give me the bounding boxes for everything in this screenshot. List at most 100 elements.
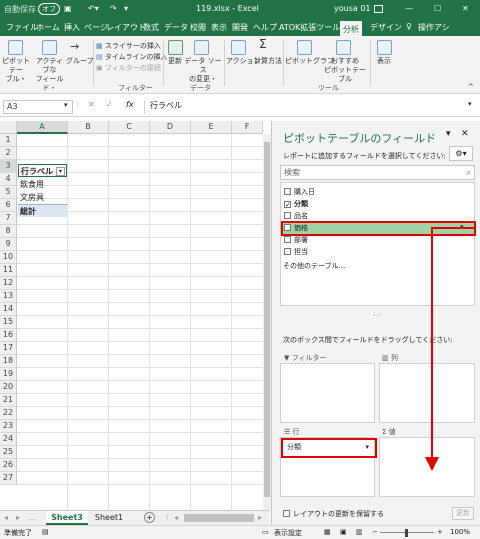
filter-dropdown-icon[interactable]: ▾ [56,167,65,176]
cell-a5[interactable]: 文房具 [20,191,44,204]
pivot-chart-icon[interactable] [297,40,312,55]
tab-atok[interactable]: ATOK拡張ツール [279,22,340,33]
zoom-out-icon[interactable]: − [372,528,378,536]
add-sheet-icon[interactable]: + [144,512,155,523]
column-header-d[interactable]: D [150,121,191,134]
recommended-pivot-icon[interactable] [336,40,351,55]
active-field-icon[interactable] [42,40,57,55]
row-header[interactable]: 3 [0,160,17,173]
tab-view[interactable]: 表示 [211,22,227,33]
select-all-corner[interactable] [0,121,17,134]
row-header[interactable]: 17 [0,342,17,355]
tab-data[interactable]: データ [164,22,188,33]
insert-slicer-button[interactable]: ▦ スライサーの挿入 [96,42,161,51]
worksheet-grid[interactable]: A B C D E F 1 2 3 4 5 6 7 8 9 10 11 12 13 14 15 16 17 18 1… [0,121,270,511]
next-sheet-icon[interactable]: ▸ [16,513,20,522]
tab-developer[interactable]: 開発 [232,22,248,33]
ribbon-display-options-icon[interactable] [374,5,383,13]
redo-icon[interactable]: ↷ [110,4,117,13]
calculations-icon[interactable]: Σ [259,38,267,50]
restore-icon[interactable]: ☐ [434,4,441,13]
customize-qat-icon[interactable]: ▾ [124,4,128,13]
insert-function-icon[interactable]: fx [126,100,134,109]
tab-review[interactable]: 校閲 [190,22,206,33]
row-header[interactable]: 21 [0,394,17,407]
row-header[interactable]: 9 [0,238,17,251]
row-header[interactable]: 23 [0,420,17,433]
horizontal-scrollbar-thumb[interactable] [184,514,254,522]
tab-file[interactable]: ファイル [6,22,38,33]
tab-insert[interactable]: 挿入 [64,22,80,33]
pivot-table-icon[interactable] [8,40,23,55]
row-header[interactable]: 6 [0,199,17,212]
row-header[interactable]: 10 [0,251,17,264]
row-header[interactable]: 11 [0,264,17,277]
change-data-source-button[interactable]: データ ソース の変更・ [184,57,222,84]
page-layout-icon[interactable]: ▣ [340,528,347,536]
row-header[interactable]: 27 [0,472,17,485]
insert-timeline-button[interactable]: ▤ タイムラインの挿入 [96,53,167,62]
recommended-pivot-button[interactable]: おすすめ ピボットテーブル [322,57,368,84]
row-header[interactable]: 25 [0,446,17,459]
cell-a3[interactable]: 行ラベル ▾ [18,164,67,177]
row-header[interactable]: 7 [0,212,17,225]
sheet-more-icon[interactable]: … [28,513,36,522]
cancel-icon[interactable]: ✕ [88,100,95,109]
column-header-c[interactable]: C [109,121,150,134]
cell-a4[interactable]: 飲食用 [20,178,44,191]
scrollbar-thumb[interactable] [264,142,270,497]
row-header[interactable]: 24 [0,433,17,446]
change-source-icon[interactable] [194,40,209,55]
column-header-a[interactable]: A [17,121,68,134]
formula-input[interactable]: 行ラベル [150,100,182,111]
refresh-button[interactable]: 更新 [165,57,185,66]
row-header[interactable]: 26 [0,459,17,472]
group-button[interactable]: グループ [66,57,94,66]
cell-a6[interactable]: 総計 [18,204,68,217]
expand-formula-icon[interactable]: ▾ [468,100,472,108]
tab-split-icon[interactable]: ⁝ [166,513,169,522]
row-header[interactable]: 18 [0,355,17,368]
enter-icon[interactable]: ✓ [106,100,113,109]
row-header[interactable]: 20 [0,381,17,394]
row-header[interactable]: 13 [0,290,17,303]
row-header[interactable]: 12 [0,277,17,290]
user-name[interactable]: yousa 01 [334,4,371,13]
show-icon[interactable] [377,40,392,55]
calculations-button[interactable]: 計算方法 [254,57,282,66]
tab-analyze[interactable]: 分析 [340,19,362,36]
vertical-scrollbar[interactable] [263,134,271,510]
zoom-slider-thumb[interactable] [405,529,408,537]
row-header[interactable]: 1 [0,134,17,147]
tab-page[interactable]: ページ [84,22,108,33]
tab-layout[interactable]: レイアウト [106,22,146,33]
prev-sheet-icon[interactable]: ◂ [4,513,8,522]
close-icon[interactable]: ✕ [462,4,469,13]
row-header[interactable]: 15 [0,316,17,329]
normal-view-icon[interactable]: ▦ [324,528,331,536]
sheet-tab-sheet3[interactable]: Sheet3 [46,511,88,525]
row-header[interactable]: 14 [0,303,17,316]
macro-record-icon[interactable]: ▤ [42,528,49,536]
row-header[interactable]: 22 [0,407,17,420]
actions-button[interactable]: アクション [226,57,261,66]
save-icon[interactable]: ▣ [64,4,72,13]
row-header[interactable]: 19 [0,368,17,381]
actions-icon[interactable] [231,40,246,55]
pivot-table-button[interactable]: ピボットテー ブル・ [0,57,32,84]
sheet-tab-sheet1[interactable]: Sheet1 [90,513,128,522]
undo-icon[interactable]: ↶▾ [88,4,99,13]
zoom-in-icon[interactable]: + [437,528,443,536]
name-box[interactable]: A3 [3,100,73,114]
scroll-right-icon[interactable]: ▸ [258,513,262,522]
tab-home[interactable]: ホーム [36,22,60,33]
refresh-icon[interactable] [168,40,183,55]
column-header-b[interactable]: B [68,121,109,134]
tab-help[interactable]: ヘルプ [253,22,277,33]
row-header[interactable]: 8 [0,225,17,238]
show-button[interactable]: 表示 [373,57,395,66]
tab-design[interactable]: デザイン [370,22,402,33]
group-arrow-icon[interactable]: → [70,41,79,52]
row-header[interactable]: 16 [0,329,17,342]
row-header[interactable]: 4 [0,173,17,186]
